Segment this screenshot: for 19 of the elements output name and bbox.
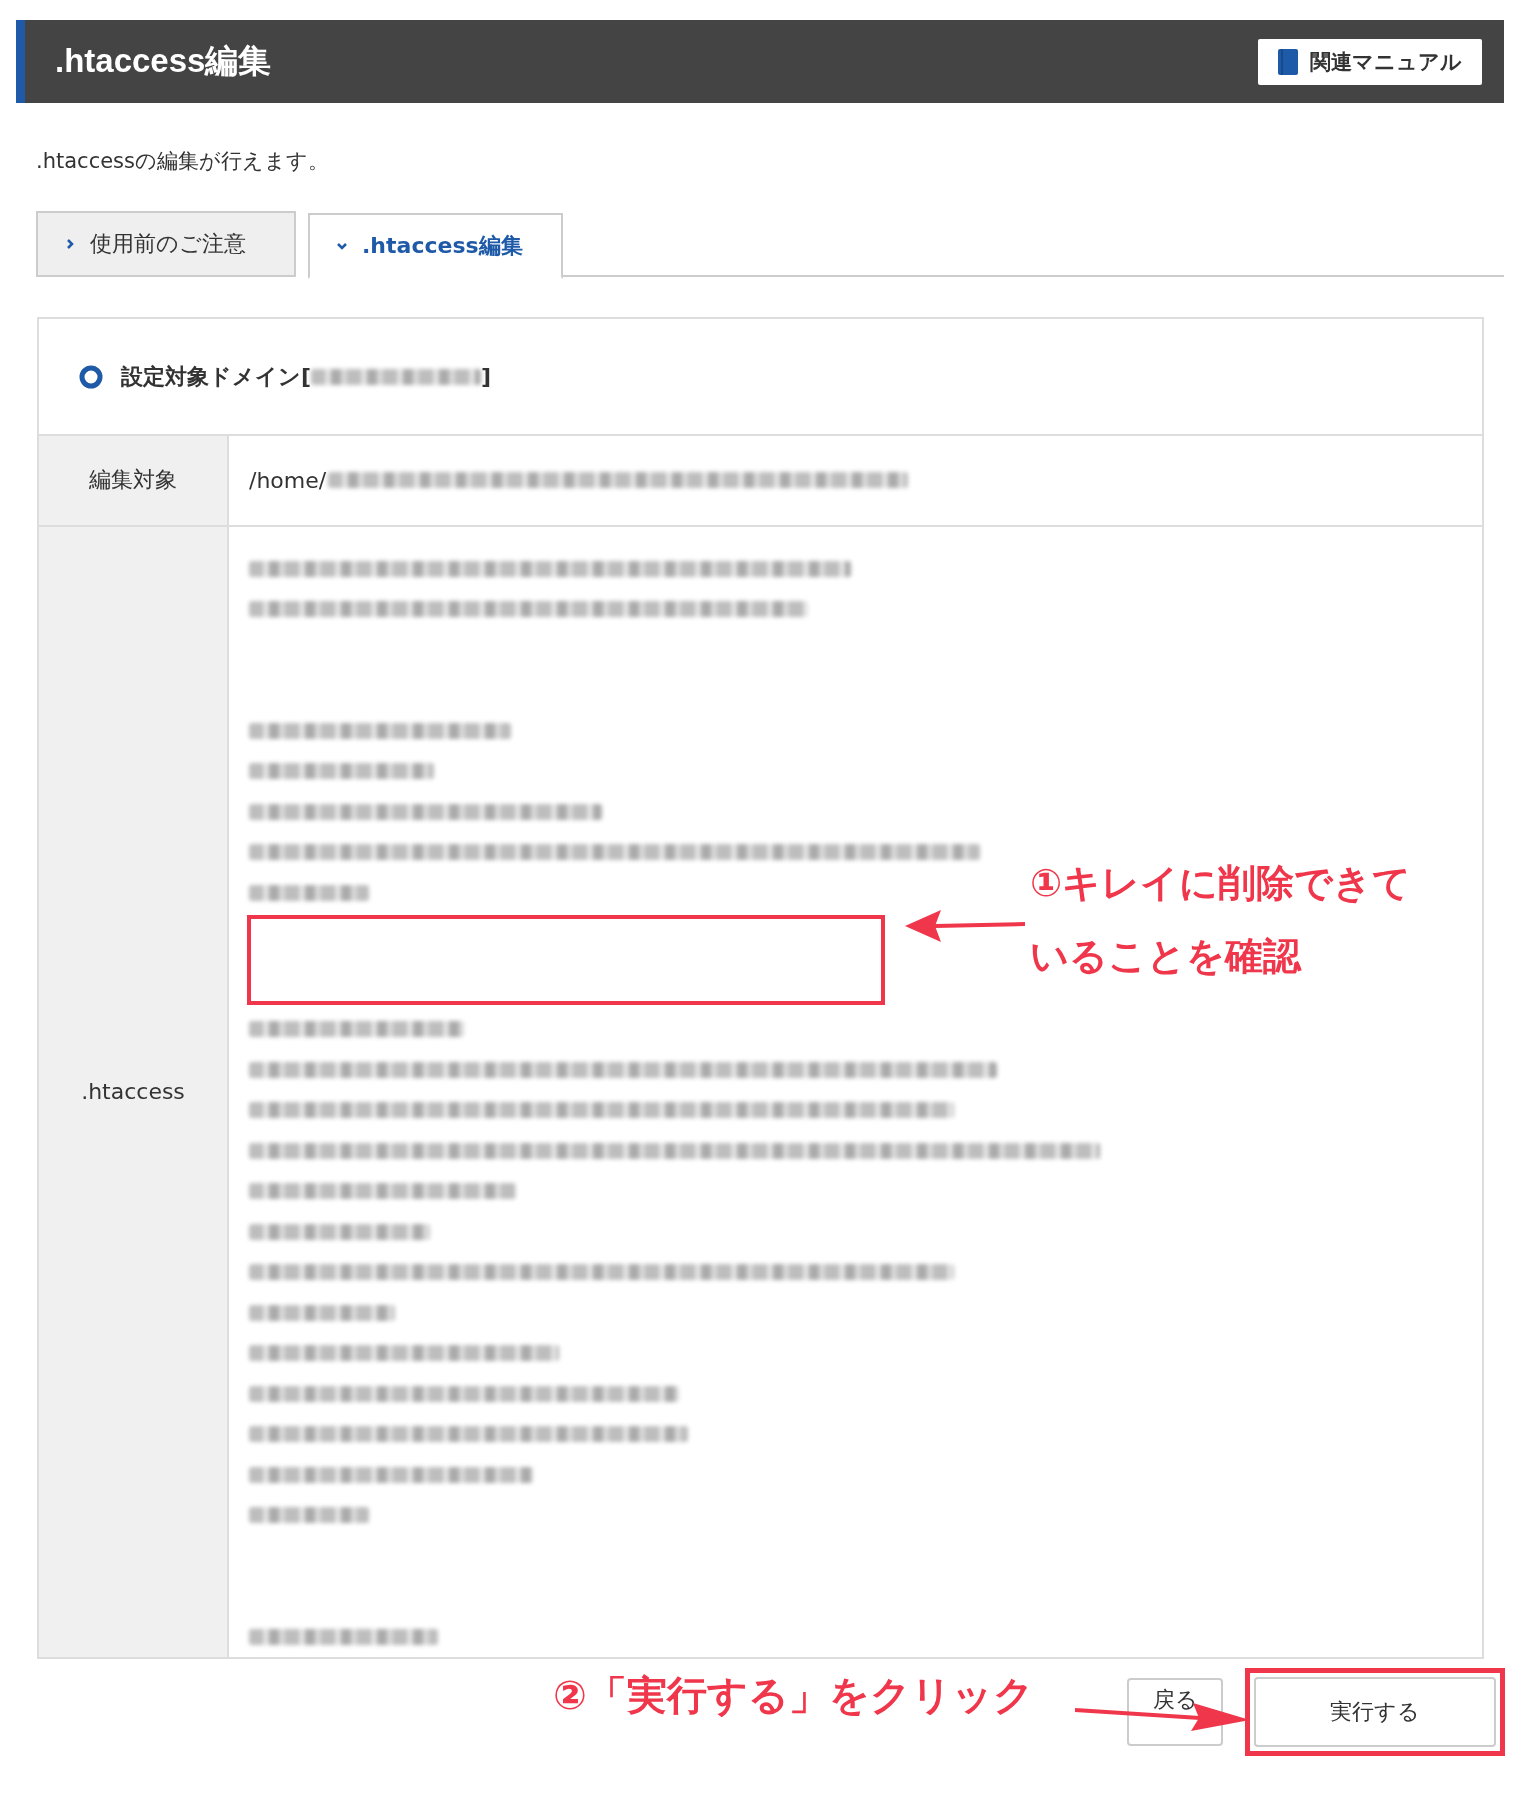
description-text: .htaccessの編集が行えます。: [36, 148, 330, 175]
row-label: 編集対象: [89, 466, 177, 495]
page-title: .htaccess編集: [55, 41, 272, 81]
manual-button[interactable]: 関連マニュアル: [1258, 38, 1482, 85]
domain-label: 設定対象ドメイン[: [121, 362, 312, 391]
annotation-text: ①キレイに削除できて: [1030, 860, 1412, 907]
bracket-text: ]: [481, 364, 492, 390]
chevron-right-icon: [64, 238, 76, 250]
book-icon: [1278, 48, 1298, 75]
run-button[interactable]: 実行する: [1254, 1677, 1496, 1747]
row-label: .htaccess: [81, 1079, 185, 1105]
chevron-down-icon: [336, 240, 348, 252]
path-text: /home/: [249, 467, 327, 493]
radio-icon: [79, 364, 103, 389]
arrow-icon: [905, 908, 1025, 944]
annotation-text: いることを確認: [1030, 933, 1303, 980]
tab[interactable]: .htaccess編集: [308, 213, 563, 279]
annotation-text: ②「実行する」をクリック: [553, 1671, 1034, 1720]
tab[interactable]: 使用前のご注意: [36, 211, 296, 277]
